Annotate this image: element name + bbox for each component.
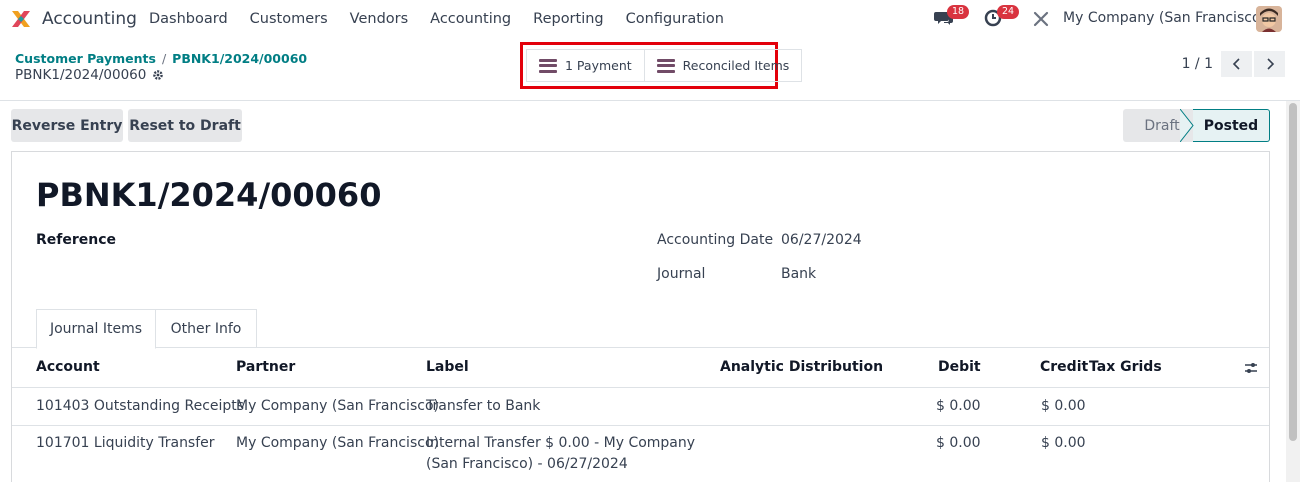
messages-button[interactable]: 18: [934, 5, 970, 31]
breadcrumb: Customer Payments / PBNK1/2024/00060: [15, 51, 307, 66]
header-account[interactable]: Account: [36, 359, 100, 375]
debug-tools-icon[interactable]: [1033, 11, 1049, 27]
messages-badge: 18: [947, 5, 970, 19]
reset-to-draft-button[interactable]: Reset to Draft: [128, 109, 242, 142]
pager-value[interactable]: 1 / 1: [1182, 56, 1213, 72]
chevron-right-icon: [1266, 58, 1274, 70]
record-name: PBNK1/2024/00060: [15, 67, 147, 83]
payment-smart-button[interactable]: 1 Payment: [527, 50, 644, 81]
journal-value[interactable]: Bank: [781, 266, 816, 282]
list-bars-icon: [656, 58, 675, 73]
header-partner[interactable]: Partner: [236, 359, 295, 375]
form-sheet: PBNK1/2024/00060 Reference Accounting Da…: [11, 151, 1270, 482]
menu-reporting[interactable]: Reporting: [522, 11, 615, 27]
pager-next-button[interactable]: [1254, 51, 1285, 77]
menu-dashboard[interactable]: Dashboard: [138, 11, 239, 27]
entry-title: PBNK1/2024/00060: [36, 176, 382, 214]
accounting-date-value[interactable]: 06/27/2024: [781, 232, 862, 248]
row-label[interactable]: Internal Transfer $ 0.00 - My Company (S…: [426, 433, 716, 475]
smart-buttons: 1 Payment Reconciled Items: [526, 49, 803, 82]
header-analytic-distribution[interactable]: Analytic Distribution: [720, 359, 883, 375]
status-arrow-shape: [1180, 109, 1194, 142]
list-bars-icon: [539, 58, 557, 73]
pager-previous-button[interactable]: [1221, 51, 1252, 77]
reconciled-items-smart-button[interactable]: Reconciled Items: [643, 50, 802, 81]
activities-badge: 24: [997, 5, 1020, 19]
row-account[interactable]: 101403 Outstanding Receipts: [36, 398, 244, 414]
row-debit[interactable]: $ 0.00: [936, 398, 981, 414]
header-tax-grids[interactable]: Tax Grids: [1089, 359, 1162, 375]
accounting-app-icon[interactable]: [10, 8, 32, 30]
journal-label: Journal: [657, 266, 706, 282]
chevron-left-icon: [1232, 58, 1240, 70]
column-settings-icon[interactable]: [1244, 361, 1258, 375]
control-panel: Customer Payments / PBNK1/2024/00060 PBNK1…: [0, 38, 1300, 101]
reference-label: Reference: [36, 232, 117, 248]
app-name[interactable]: Accounting: [42, 9, 137, 29]
table-row[interactable]: 101701 Liquidity Transfer My Company (Sa…: [12, 426, 1269, 482]
row-partner[interactable]: My Company (San Francisco): [236, 398, 439, 414]
breadcrumb-customer-payments[interactable]: Customer Payments: [15, 51, 156, 66]
accounting-date-label: Accounting Date: [657, 232, 774, 248]
payment-smart-button-label: 1 Payment: [565, 58, 632, 73]
form-action-bar: Reverse Entry Reset to Draft Draft Poste…: [0, 101, 1286, 151]
row-debit[interactable]: $ 0.00: [936, 435, 981, 451]
menu-customers[interactable]: Customers: [239, 11, 339, 27]
breadcrumb-current-record[interactable]: PBNK1/2024/00060: [172, 51, 307, 66]
row-account[interactable]: 101701 Liquidity Transfer: [36, 435, 215, 451]
menu-vendors[interactable]: Vendors: [339, 11, 420, 27]
reconciled-items-smart-button-label: Reconciled Items: [682, 58, 790, 73]
main-menu: Dashboard Customers Vendors Accounting R…: [138, 0, 735, 38]
status-bar: Draft Posted: [1123, 109, 1270, 142]
company-switcher[interactable]: My Company (San Francisco): [1063, 10, 1266, 26]
status-posted-label: Posted: [1203, 117, 1259, 134]
header-label[interactable]: Label: [426, 359, 469, 375]
scrollbar-thumb[interactable]: [1289, 103, 1297, 441]
notebook-tabs: Journal Items Other Info: [12, 309, 1269, 349]
status-draft-label: Draft: [1144, 117, 1180, 134]
user-avatar[interactable]: [1256, 6, 1282, 32]
header-credit[interactable]: Credit: [1040, 359, 1088, 375]
reverse-entry-button[interactable]: Reverse Entry: [11, 109, 123, 142]
row-credit[interactable]: $ 0.00: [1041, 435, 1086, 451]
tab-journal-items[interactable]: Journal Items: [36, 309, 156, 349]
menu-accounting[interactable]: Accounting: [419, 11, 522, 27]
menu-configuration[interactable]: Configuration: [615, 11, 735, 27]
table-row[interactable]: 101403 Outstanding Receipts My Company (…: [12, 388, 1269, 426]
record-name-line: PBNK1/2024/00060: [15, 67, 164, 83]
row-credit[interactable]: $ 0.00: [1041, 398, 1086, 414]
gear-icon[interactable]: [152, 69, 164, 81]
status-posted[interactable]: Posted: [1180, 109, 1270, 142]
top-navbar: Accounting Dashboard Customers Vendors A…: [0, 0, 1300, 38]
breadcrumb-separator: /: [161, 51, 167, 66]
activities-button[interactable]: 24: [984, 5, 1020, 31]
page-scrollbar[interactable]: [1286, 101, 1300, 482]
row-partner[interactable]: My Company (San Francisco): [236, 435, 439, 451]
row-label[interactable]: Transfer to Bank: [426, 398, 540, 414]
tab-other-info[interactable]: Other Info: [156, 309, 257, 348]
table-header-row: Account Partner Label Analytic Distribut…: [12, 348, 1269, 388]
header-debit[interactable]: Debit: [938, 359, 981, 375]
user-avatar-icon: [1256, 6, 1282, 32]
